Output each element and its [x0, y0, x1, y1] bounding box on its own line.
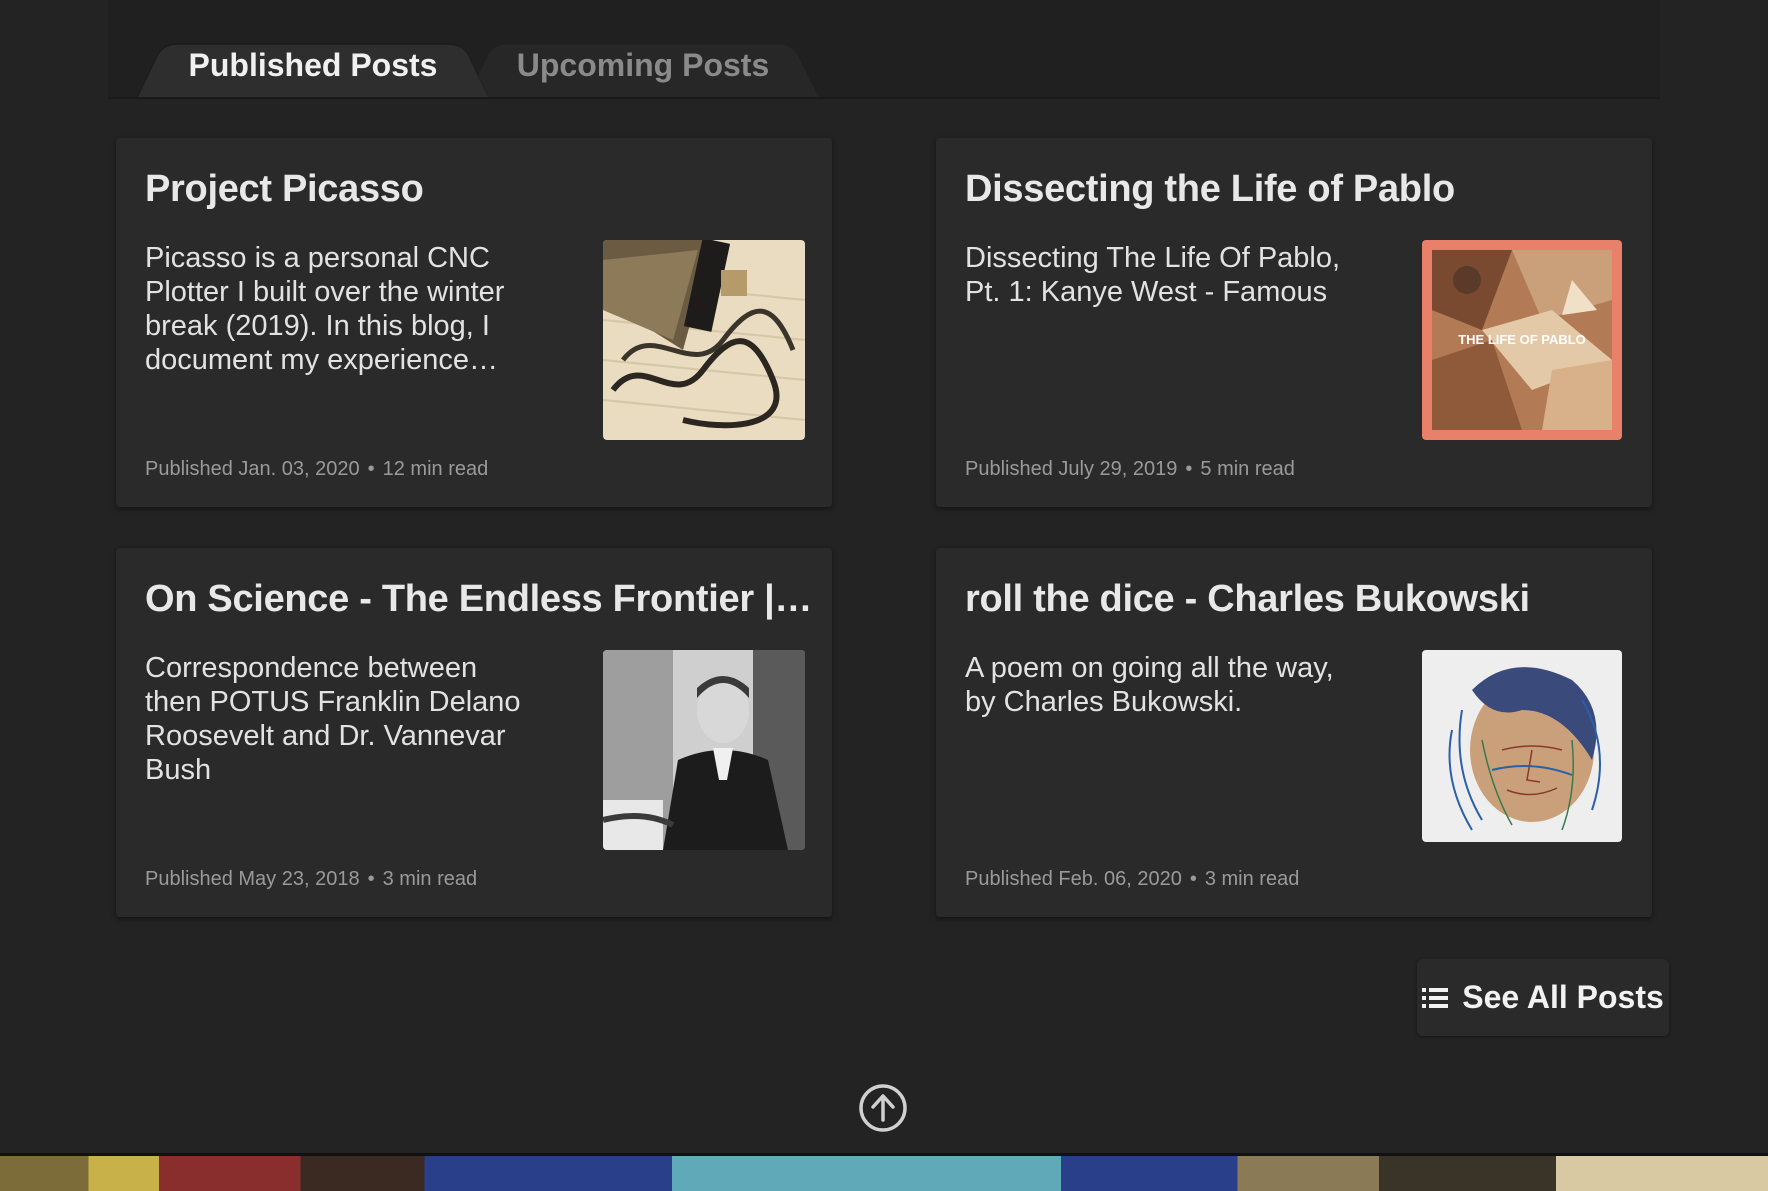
published-date: Published Feb. 06, 2020 [965, 868, 1182, 890]
read-time: 3 min read [1204, 868, 1300, 890]
post-meta: Published Feb. 06, 2020 • 3 min read [965, 868, 1300, 890]
read-time: 3 min read [382, 868, 478, 890]
post-excerpt: Dissecting The Life Of Pablo, Pt. 1: Kan… [965, 242, 1341, 308]
post-title[interactable]: Project Picasso [145, 168, 815, 211]
post-meta: Published Jan. 03, 2020 • 12 min read [145, 458, 489, 480]
published-date: Published Jan. 03, 2020 [145, 458, 360, 480]
post-meta: Published May 23, 2018 • 3 min read [145, 868, 478, 890]
post-card-roll-the-dice[interactable]: roll the dice - Charles Bukowski A poem … [936, 548, 1652, 917]
tab-label: Upcoming Posts [516, 47, 770, 83]
post-title[interactable]: roll the dice - Charles Bukowski [965, 578, 1635, 621]
read-time: 12 min read [382, 458, 489, 480]
bukowski-thumbnail[interactable] [1422, 650, 1622, 842]
post-excerpt: Picasso is a personal CNC Plotter I buil… [145, 242, 505, 376]
post-title[interactable]: Dissecting the Life of Pablo [965, 168, 1635, 211]
arrow-up-circle-icon [859, 1084, 907, 1132]
post-card-on-science[interactable]: On Science - The Endless Frontier | Pa..… [116, 548, 832, 917]
published-date: Published May 23, 2018 [145, 868, 360, 890]
list-icon [1422, 987, 1449, 1008]
tab-upcoming-posts[interactable]: Upcoming Posts [468, 34, 818, 97]
see-all-posts-label: See All Posts [1462, 979, 1664, 1015]
post-excerpt: A poem on going all the way, by Charles … [965, 652, 1334, 718]
post-title[interactable]: On Science - The Endless Frontier | Pa..… [145, 578, 815, 621]
published-date: Published July 29, 2019 [965, 458, 1178, 480]
tab-label: Published Posts [188, 47, 438, 83]
scroll-to-top-button[interactable] [858, 1083, 908, 1133]
life-of-pablo-thumbnail[interactable]: THE LIFE OF PABLO [1422, 240, 1622, 440]
roosevelt-thumbnail[interactable] [603, 650, 805, 850]
post-excerpt: Correspondence between then POTUS Frankl… [145, 652, 521, 786]
read-time: 5 min read [1200, 458, 1295, 480]
tab-published-posts[interactable]: Published Posts [138, 34, 488, 97]
album-cover-text: THE LIFE OF PABLO [1458, 332, 1586, 347]
post-card-project-picasso[interactable]: Project Picasso Picasso is a personal CN… [116, 138, 832, 507]
cnc-plotter-thumbnail[interactable] [603, 240, 805, 440]
footer-banner-image [0, 1153, 1768, 1191]
post-meta: Published July 29, 2019 • 5 min read [965, 458, 1295, 480]
posts-tabbar: Upcoming Posts Published Posts [108, 0, 1660, 99]
post-card-life-of-pablo[interactable]: Dissecting the Life of Pablo Dissecting … [936, 138, 1652, 507]
see-all-posts-button[interactable]: See All Posts [1417, 959, 1669, 1036]
